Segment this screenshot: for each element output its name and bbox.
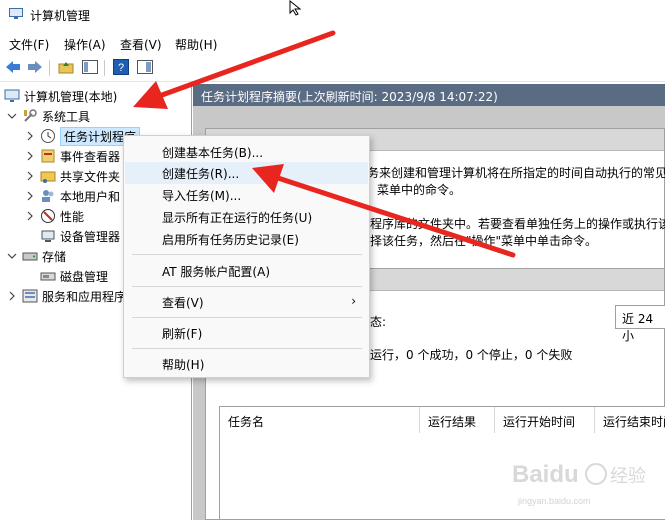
menu-file[interactable]: 文件(F) — [9, 36, 49, 53]
menu-action[interactable]: 操作(A) — [64, 36, 106, 53]
menu-item-refresh[interactable]: 刷新(F) — [125, 322, 368, 344]
tree-label-shared-folders: 共享文件夹 — [60, 169, 121, 184]
show-hide-tree-icon[interactable] — [81, 58, 99, 76]
tree-label-system-tools: 系统工具 — [42, 109, 91, 124]
chevron-right-icon[interactable] — [24, 130, 36, 142]
tree-item-root[interactable]: 计算机管理(本地) — [4, 86, 117, 106]
tree-item-services-apps[interactable]: 服务和应用程序 — [6, 286, 126, 306]
chevron-right-icon[interactable] — [24, 150, 36, 162]
toolbar-separator — [49, 60, 50, 76]
toolbar-separator — [104, 60, 105, 76]
menu-item-help[interactable]: 帮助(H) — [125, 353, 368, 375]
tree-item-storage[interactable]: 存储 — [6, 246, 66, 266]
forward-icon[interactable] — [26, 58, 44, 76]
overview-desc-line1: 务来创建和管理计算机将在所指定的时间自动执行的常见 — [367, 166, 665, 180]
title-bar: 计算机管理 — [0, 0, 665, 30]
watermark-suffix: 经验 — [610, 466, 646, 487]
menu-item-import-task[interactable]: 导入任务(M)... — [125, 184, 368, 206]
overview-desc-line2: 菜单中的命令。 — [377, 183, 462, 197]
clock-icon — [41, 129, 55, 143]
services-icon — [22, 289, 38, 303]
back-icon[interactable] — [4, 58, 22, 76]
tree-label-local-users: 本地用户和 — [60, 189, 121, 204]
status-counts: 运行，0 个成功，0 个停止，0 个失败 — [370, 348, 573, 362]
menu-item-show-running-tasks[interactable]: 显示所有正在运行的任务(U) — [125, 206, 368, 228]
mouse-cursor-icon — [289, 0, 302, 16]
tree-item-system-tools[interactable]: 系统工具 — [6, 106, 90, 126]
storage-icon — [22, 252, 38, 261]
event-viewer-icon — [41, 149, 55, 163]
summary-header: 任务计划程序摘要(上次刷新时间: 2023/9/8 14:07:22) — [193, 84, 665, 106]
chevron-right-icon[interactable] — [6, 290, 18, 302]
menu-separator — [132, 317, 362, 318]
menu-separator — [132, 254, 362, 255]
column-header-run-end[interactable]: 运行结束时间 — [595, 407, 665, 433]
watermark-brand: Baidu — [512, 461, 579, 488]
chevron-right-icon[interactable] — [24, 170, 36, 182]
window-title: 计算机管理 — [30, 9, 91, 23]
menu-item-view[interactable]: 查看(V) › — [125, 291, 368, 313]
tree-label-event-viewer: 事件查看器 — [60, 149, 121, 164]
tree-label-performance: 性能 — [60, 209, 85, 224]
disk-icon — [40, 272, 56, 281]
menu-help[interactable]: 帮助(H) — [175, 36, 217, 53]
menu-item-enable-task-history[interactable]: 启用所有任务历史记录(E) — [125, 228, 368, 250]
menu-separator — [132, 286, 362, 287]
computer-management-window: 计算机管理 文件(F) 操作(A) 查看(V) 帮助(H) ? 计算机管理(本地… — [0, 0, 665, 520]
paw-icon — [585, 463, 607, 485]
svg-text:?: ? — [118, 62, 124, 74]
menu-item-view-label: 查看(V) — [162, 296, 204, 310]
menu-item-create-task[interactable]: 创建任务(R)... — [125, 162, 368, 184]
device-manager-icon — [41, 230, 55, 242]
column-header-task-name[interactable]: 任务名 — [220, 407, 420, 433]
tree-label-services-apps: 服务和应用程序 — [42, 289, 127, 304]
tree-item-shared-folders[interactable]: 共享文件夹 — [24, 166, 120, 186]
menu-item-at-service-account[interactable]: AT 服务帐户配置(A) — [125, 260, 368, 282]
tree-label-storage: 存储 — [42, 249, 67, 264]
help-icon[interactable]: ? — [112, 58, 130, 76]
watermark-url: jingyan.baidu.com — [517, 496, 591, 506]
chevron-right-icon[interactable] — [24, 210, 36, 222]
menu-separator — [132, 348, 362, 349]
time-range-select[interactable]: 近 24 小 — [615, 305, 665, 343]
tree-item-performance[interactable]: 性能 — [24, 206, 84, 226]
chevron-right-icon[interactable] — [24, 190, 36, 202]
computer-management-icon — [9, 8, 23, 19]
tree-item-device-manager[interactable]: 设备管理器 — [40, 226, 120, 246]
tree-label-root: 计算机管理(本地) — [24, 89, 118, 104]
computer-icon — [4, 89, 20, 102]
context-menu: 创建基本任务(B)... 创建任务(R)... 导入任务(M)... 显示所有正… — [123, 135, 370, 378]
up-folder-icon[interactable] — [57, 58, 75, 76]
tree-label-device-manager: 设备管理器 — [60, 229, 121, 244]
tools-icon — [24, 109, 37, 122]
overview-desc-line3: 程序库的文件夹中。若要查看单独任务上的操作或执行该 — [370, 217, 665, 231]
tree-item-event-viewer[interactable]: 事件查看器 — [24, 146, 120, 166]
action-pane-icon[interactable] — [136, 58, 154, 76]
overview-desc-line4: 择该任务，然后在"操作"菜单中单击命令。 — [370, 234, 598, 248]
chevron-down-icon[interactable] — [6, 110, 18, 122]
chevron-down-icon[interactable] — [6, 250, 18, 262]
users-icon — [42, 190, 54, 202]
menu-view[interactable]: 查看(V) — [120, 36, 162, 53]
menu-bar: 文件(F) 操作(A) 查看(V) 帮助(H) — [0, 32, 665, 54]
column-header-run-start[interactable]: 运行开始时间 — [495, 407, 595, 433]
menu-item-create-basic-task[interactable]: 创建基本任务(B)... — [125, 141, 368, 163]
status-label: 态: — [370, 315, 387, 329]
tree-item-disk-management[interactable]: 磁盘管理 — [40, 266, 108, 286]
performance-icon — [41, 209, 55, 223]
baidu-jingyan-watermark: Baidu 经验 jingyan.baidu.com — [512, 461, 646, 506]
tree-item-local-users[interactable]: 本地用户和 — [24, 186, 120, 206]
column-header-run-result[interactable]: 运行结果 — [420, 407, 495, 433]
toolbar: ? — [0, 55, 665, 82]
tree-label-disk-management: 磁盘管理 — [60, 269, 109, 284]
submenu-arrow-icon: › — [351, 294, 356, 308]
shared-folder-icon — [40, 171, 56, 183]
